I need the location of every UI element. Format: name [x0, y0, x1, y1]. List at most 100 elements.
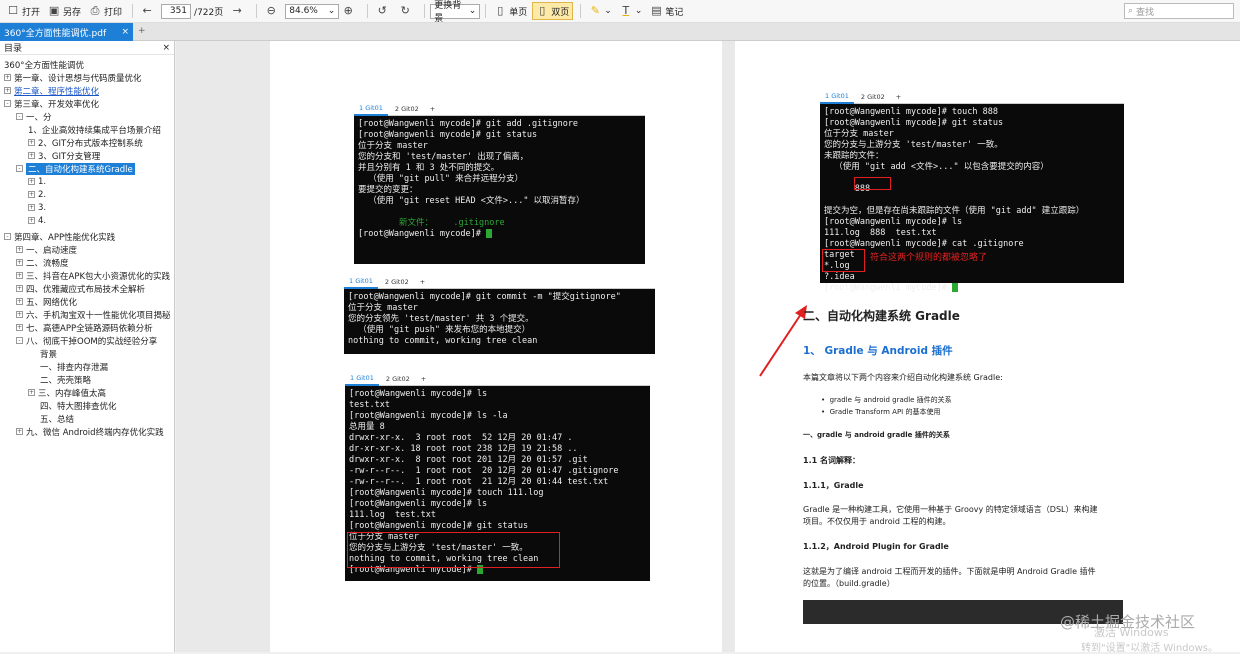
toc-item[interactable]: + 五、网络优化: [16, 295, 77, 308]
terminal-line: [root@Wangwenli mycode]# ls -la: [349, 411, 508, 421]
toc-sidebar: 目录 × 360°全方面性能调优 + 第一章、设计思想与代码质量优化 + 第二章、程序性能…: [0, 41, 175, 652]
toc-item[interactable]: 1、企业高效持续集成平台场景介绍: [28, 123, 161, 136]
toc-item[interactable]: - 第四章、APP性能优化实践: [4, 230, 115, 243]
terminal-line: 您的分支领先 'test/master' 共 3 个提交。: [348, 314, 534, 324]
toc-item[interactable]: + 一、启动速度: [16, 243, 77, 256]
expand-icon[interactable]: +: [4, 87, 11, 94]
expand-icon[interactable]: +: [28, 217, 35, 224]
zoom-out-button[interactable]: ⊖: [262, 2, 283, 20]
collapse-icon[interactable]: -: [16, 165, 23, 172]
toc-item[interactable]: 四、特大图排查优化: [40, 399, 117, 412]
page-input[interactable]: 351: [161, 3, 192, 19]
toc-item[interactable]: +2、GIT分布式版本控制系统: [28, 136, 143, 149]
zoom-in-button[interactable]: ⊕: [339, 2, 360, 20]
toc-item[interactable]: - 第三章、开发效率优化: [4, 97, 99, 110]
terminal-line: [root@Wangwenli mycode]# git status: [358, 130, 538, 140]
cursor: [485, 229, 492, 238]
toc-item[interactable]: +4.: [28, 214, 46, 227]
note-button[interactable]: ▤ 笔记: [647, 2, 686, 20]
toc-item[interactable]: + 二、流畅度: [16, 256, 69, 269]
toc-item[interactable]: +3.: [28, 201, 46, 214]
expand-icon[interactable]: +: [28, 389, 35, 396]
toc-item-label: 第一章、设计思想与代码质量优化: [14, 73, 142, 84]
toc-item[interactable]: 360°全方面性能调优: [4, 58, 84, 71]
expand-icon[interactable]: +: [16, 259, 23, 266]
collapse-icon[interactable]: -: [16, 113, 23, 120]
double-page-button[interactable]: ▯ 双页: [532, 2, 574, 20]
toc-item-label: 3、GIT分支管理: [38, 151, 101, 162]
prev-page-button[interactable]: ←: [138, 2, 159, 20]
new-tab-button[interactable]: +: [138, 26, 146, 36]
toc-item[interactable]: +2.: [28, 188, 46, 201]
sidebar-header: 目录 ×: [0, 41, 174, 55]
highlight-button[interactable]: ✎ ⌄: [586, 2, 615, 20]
rotate-right-button[interactable]: ↻: [396, 2, 417, 20]
expand-icon[interactable]: +: [16, 285, 23, 292]
saveas-button[interactable]: ▣ 另存: [45, 2, 84, 20]
toc-item[interactable]: + 三、内存峰值太高: [28, 386, 106, 399]
toc-item[interactable]: 五、总结: [40, 412, 74, 425]
toc-item[interactable]: + 第一章、设计思想与代码质量优化: [4, 71, 142, 84]
expand-icon[interactable]: +: [4, 74, 11, 81]
expand-icon[interactable]: +: [28, 191, 35, 198]
toc-item-label: 第二章、程序性能优化: [14, 86, 100, 97]
divider: [132, 4, 134, 18]
next-page-button[interactable]: →: [228, 2, 249, 20]
expand-icon[interactable]: +: [28, 204, 35, 211]
toc-item[interactable]: + 第二章、程序性能优化: [4, 84, 99, 97]
terminal-tab: 1 Git01: [344, 276, 378, 289]
divider: [367, 4, 369, 18]
toc-item[interactable]: + 九、微信 Android终端内存优化实践: [16, 425, 164, 438]
toc-item[interactable]: - 一、分: [16, 110, 52, 123]
single-page-button[interactable]: ▯ 单页: [491, 2, 530, 20]
tab-document[interactable]: 360°全方面性能调优.pdf ×: [0, 23, 133, 41]
toc-item[interactable]: + 三、抖音在APK包大小资源优化的实践: [16, 269, 170, 282]
expand-icon[interactable]: +: [16, 428, 23, 435]
toc-item[interactable]: 背景: [40, 347, 57, 360]
toc-item[interactable]: + 四、优雅藏应式布局技术全解析: [16, 282, 145, 295]
zoom-select[interactable]: 84.6% ⌄: [285, 3, 340, 19]
rotate-left-button[interactable]: ↺: [373, 2, 394, 20]
toc-item[interactable]: + 六、手机淘宝双十一性能优化项目揭秘: [16, 308, 171, 321]
collapse-icon[interactable]: -: [4, 233, 11, 240]
collapse-icon[interactable]: -: [4, 100, 11, 107]
expand-icon[interactable]: +: [28, 152, 35, 159]
terminal-line: dr-xr-xr-x. 18 root root 238 12月 19 21:5…: [349, 444, 578, 454]
print-button[interactable]: ⎙ 打印: [86, 2, 125, 20]
toc-item[interactable]: +1.: [28, 175, 46, 188]
terminal-line: -rw-r--r--. 1 root root 20 12月 20 01:47 …: [349, 466, 619, 476]
text-color-button[interactable]: T ⌄: [617, 2, 646, 20]
toc-item-label: 三、内存峰值太高: [38, 388, 107, 399]
terminal-line: [root@Wangwenli mycode]# touch 111.log: [349, 488, 544, 498]
expand-icon[interactable]: +: [16, 311, 23, 318]
toc-item[interactable]: 二、壳壳策略: [40, 373, 91, 386]
toc-item-label: 四、优雅藏应式布局技术全解析: [26, 284, 146, 295]
toc-item[interactable]: + 七、高德APP全链路源码依赖分析: [16, 321, 153, 334]
expand-icon[interactable]: +: [16, 324, 23, 331]
note-icon: ▤: [651, 4, 662, 17]
terminal-line: [root@Wangwenli mycode]# git add .gitign…: [358, 119, 579, 129]
section-heading: 一、gradle 与 android gradle 插件的关系: [803, 431, 950, 439]
close-icon[interactable]: ×: [121, 27, 129, 37]
terminal-line: ?.idea: [824, 272, 855, 282]
background-select[interactable]: 更换背景 ⌄: [430, 1, 481, 24]
search-input[interactable]: ⌕ 查找: [1124, 3, 1234, 19]
collapse-icon[interactable]: -: [16, 337, 23, 344]
toc-item[interactable]: 一、排查内存泄漏: [40, 360, 108, 373]
text-icon: T: [622, 4, 630, 17]
divider: [580, 4, 582, 18]
expand-icon[interactable]: +: [16, 298, 23, 305]
toc-item-label: 二、壳壳策略: [40, 375, 92, 386]
open-button[interactable]: ☐ 打开: [4, 2, 43, 20]
terminal-line: 要提交的变更：: [358, 185, 418, 195]
expand-icon[interactable]: +: [16, 272, 23, 279]
close-icon[interactable]: ×: [162, 43, 170, 53]
toc-item[interactable]: +3、GIT分支管理: [28, 149, 100, 162]
expand-icon[interactable]: +: [28, 139, 35, 146]
terminal-line: 您的分支与上游分支 'test/master' 一致。: [824, 140, 1003, 150]
toc-item[interactable]: - 八、彻底干掉OOM的实战经验分享: [16, 334, 157, 347]
expand-icon[interactable]: +: [28, 178, 35, 185]
toc-item-label: 一、排查内存泄漏: [40, 362, 109, 373]
toc-item[interactable]: - 二、自动化构建系统Gradle: [16, 162, 135, 175]
expand-icon[interactable]: +: [16, 246, 23, 253]
